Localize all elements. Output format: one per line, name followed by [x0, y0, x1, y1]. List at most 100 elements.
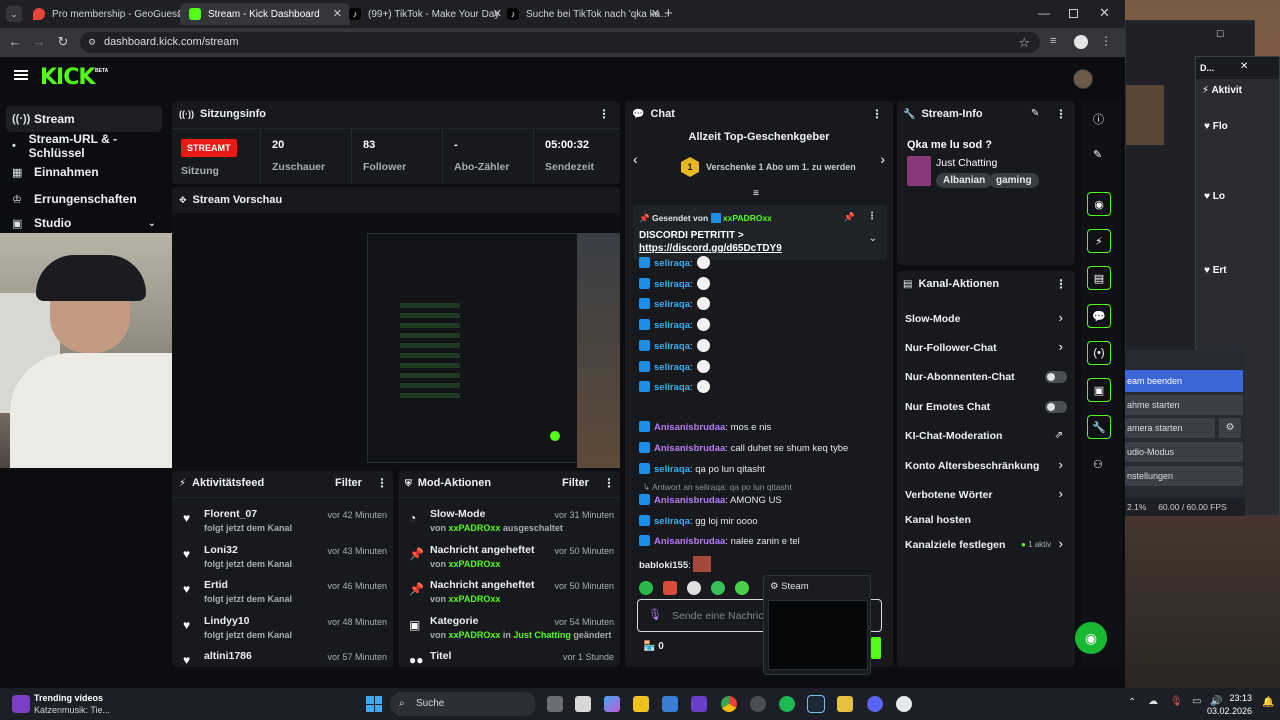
- notification-bell-icon[interactable]: 🔔: [1262, 697, 1274, 708]
- session-menu-icon[interactable]: ⋮: [598, 107, 610, 121]
- emote-icon[interactable]: [639, 581, 653, 595]
- forward-icon[interactable]: →: [30, 34, 48, 49]
- id-card-action-icon[interactable]: ▣: [1087, 378, 1111, 402]
- obs-settings-button[interactable]: nstellungen: [1125, 466, 1243, 486]
- chevron-down-icon[interactable]: ⌄: [869, 233, 877, 244]
- next-arrow-icon[interactable]: ›: [880, 151, 885, 167]
- chat-menu-icon[interactable]: ⋮: [871, 107, 883, 121]
- emote-chat-toggle[interactable]: [1045, 401, 1067, 413]
- obs-icon[interactable]: [750, 696, 766, 712]
- emote-icon[interactable]: [735, 581, 749, 595]
- scroll-filter-icon[interactable]: ≡: [753, 188, 759, 199]
- broadcast-action-icon[interactable]: (•): [1087, 341, 1111, 365]
- pinned-link[interactable]: https://discord.gg/d65DcTDY9: [639, 243, 782, 254]
- close-popout-icon[interactable]: ✕: [1240, 61, 1248, 72]
- chat-action-icon[interactable]: 💬: [1087, 304, 1111, 328]
- close-tab-icon[interactable]: ✕: [651, 7, 660, 20]
- maximize-button[interactable]: [1069, 9, 1078, 18]
- tray-chevron-icon[interactable]: ⌃: [1128, 697, 1136, 708]
- emote-icon[interactable]: [663, 581, 677, 595]
- nav-stream[interactable]: ((·)) Stream: [6, 106, 162, 132]
- discord-icon[interactable]: [867, 696, 883, 712]
- back-icon[interactable]: ←: [6, 34, 24, 49]
- action-ai-moderation[interactable]: KI-Chat-Moderation ⇗: [897, 430, 1075, 450]
- pencil-icon[interactable]: ✎: [1093, 148, 1102, 161]
- widgets-icon[interactable]: [12, 695, 30, 713]
- obs-studio-mode-button[interactable]: udio-Modus: [1125, 442, 1243, 462]
- obs-recording-button[interactable]: ahme starten: [1125, 395, 1243, 415]
- tab-list-button[interactable]: ⌄: [6, 6, 22, 22]
- action-slow-mode[interactable]: Slow-Mode ›: [897, 310, 1075, 333]
- action-emote-chat[interactable]: Nur Emotes Chat: [897, 401, 1075, 421]
- minimize-button[interactable]: —: [1038, 6, 1050, 20]
- nav-stream-url[interactable]: • Stream-URL & -Schlüssel: [6, 132, 162, 160]
- activity-menu-icon[interactable]: ⋮: [376, 476, 388, 490]
- obs-stop-stream-button[interactable]: eam beenden: [1125, 370, 1243, 392]
- notepad-icon[interactable]: [837, 696, 853, 712]
- info-icon[interactable]: ⓘ: [1093, 111, 1104, 127]
- reload-icon[interactable]: ↻: [54, 34, 72, 50]
- activity-filter-button[interactable]: Filter: [335, 477, 362, 489]
- nav-einnahmen[interactable]: ▦ Einnahmen: [6, 159, 162, 185]
- flash-action-icon[interactable]: ⚡: [1087, 229, 1111, 253]
- mod-filter-button[interactable]: Filter: [562, 477, 589, 489]
- new-tab-button[interactable]: +: [664, 5, 673, 22]
- user-avatar[interactable]: [1073, 69, 1093, 89]
- tab-geoguessr[interactable]: Pro membership - GeoGuessr✕: [24, 3, 194, 25]
- category-name[interactable]: Just Chatting: [936, 157, 997, 169]
- site-info-icon[interactable]: ⚙: [88, 32, 96, 53]
- copilot-icon[interactable]: [604, 696, 620, 712]
- action-follower-chat[interactable]: Nur-Follower-Chat ›: [897, 339, 1075, 362]
- send-button[interactable]: [871, 637, 881, 659]
- wrench-action-icon[interactable]: 🔧: [1087, 415, 1111, 439]
- url-input[interactable]: ⚙ dashboard.kick.com/stream ☆: [80, 32, 1040, 53]
- obs-gear-icon[interactable]: ⚙: [1219, 418, 1241, 438]
- sub-chat-toggle[interactable]: [1045, 371, 1067, 383]
- tab-search-icon[interactable]: ≡: [1050, 35, 1056, 47]
- prev-arrow-icon[interactable]: ‹: [633, 151, 638, 167]
- edit-pencil-icon[interactable]: ✎: [1031, 108, 1039, 119]
- clock-date[interactable]: 03.02.2026: [1200, 706, 1252, 716]
- obs-max-icon[interactable]: ☐: [1216, 29, 1224, 40]
- settings-nodes-icon[interactable]: ⚇: [1093, 458, 1103, 471]
- preview-video[interactable]: [172, 213, 620, 468]
- steam-taskbar-preview[interactable]: ⚙ Steam: [763, 575, 871, 675]
- nav-studio[interactable]: ▣ Studio ⌄: [6, 213, 162, 233]
- steam-icon[interactable]: [807, 695, 825, 713]
- clipboard-action-icon[interactable]: ▤: [1087, 266, 1111, 290]
- obs-virtual-cam-button[interactable]: amera starten: [1125, 418, 1215, 438]
- taskbar-search[interactable]: ⌕ Suche: [390, 692, 536, 716]
- tray-mic-icon[interactable]: 🎙: [1170, 696, 1183, 707]
- bookmark-star-icon[interactable]: ☆: [1018, 32, 1030, 53]
- channel-actions-menu-icon[interactable]: ⋮: [1055, 277, 1067, 291]
- task-view-icon[interactable]: [547, 696, 563, 712]
- windows-start-icon[interactable]: [366, 696, 382, 712]
- browser-menu-icon[interactable]: ⋮: [1100, 34, 1112, 48]
- profile-avatar[interactable]: [1074, 35, 1088, 49]
- mod-menu-icon[interactable]: ⋮: [603, 476, 615, 490]
- pinned-menu-icon[interactable]: ⋮: [867, 211, 877, 222]
- tag-chip[interactable]: gaming: [989, 173, 1039, 188]
- tab-tiktok-search[interactable]: ♪ Suche bei TikTok nach 'qka ka… ✕: [498, 3, 668, 25]
- tag-chip[interactable]: Albanian: [936, 173, 993, 188]
- clock-time[interactable]: 23:13: [1228, 693, 1252, 703]
- tab-tiktok[interactable]: ♪ (99+) TikTok - Make Your Day ✕: [340, 3, 510, 25]
- nav-errungenschaften[interactable]: ♔ Errungenschaften: [6, 186, 162, 212]
- support-chat-icon[interactable]: ◉: [1075, 622, 1107, 654]
- file-explorer-icon[interactable]: [575, 696, 591, 712]
- emote-icon[interactable]: [711, 581, 725, 595]
- action-host-channel[interactable]: Kanal hosten: [897, 514, 1075, 534]
- close-window-button[interactable]: ✕: [1099, 5, 1110, 21]
- chrome-icon[interactable]: [721, 696, 737, 712]
- camera-action-icon[interactable]: ◉: [1087, 192, 1111, 216]
- emote-icon[interactable]: [687, 581, 701, 595]
- stream-info-menu-icon[interactable]: ⋮: [1055, 107, 1067, 121]
- app-icon[interactable]: [691, 696, 707, 712]
- hamburger-menu-icon[interactable]: [14, 70, 28, 80]
- spotify-icon[interactable]: [779, 696, 795, 712]
- action-channel-goals[interactable]: Kanalziele festlegen ● 1 aktiv ›: [897, 536, 1075, 559]
- store-icon[interactable]: [662, 696, 678, 712]
- action-sub-chat[interactable]: Nur-Abonnenten-Chat: [897, 371, 1075, 391]
- app-icon[interactable]: [896, 696, 912, 712]
- action-banned-words[interactable]: Verbotene Wörter ›: [897, 486, 1075, 509]
